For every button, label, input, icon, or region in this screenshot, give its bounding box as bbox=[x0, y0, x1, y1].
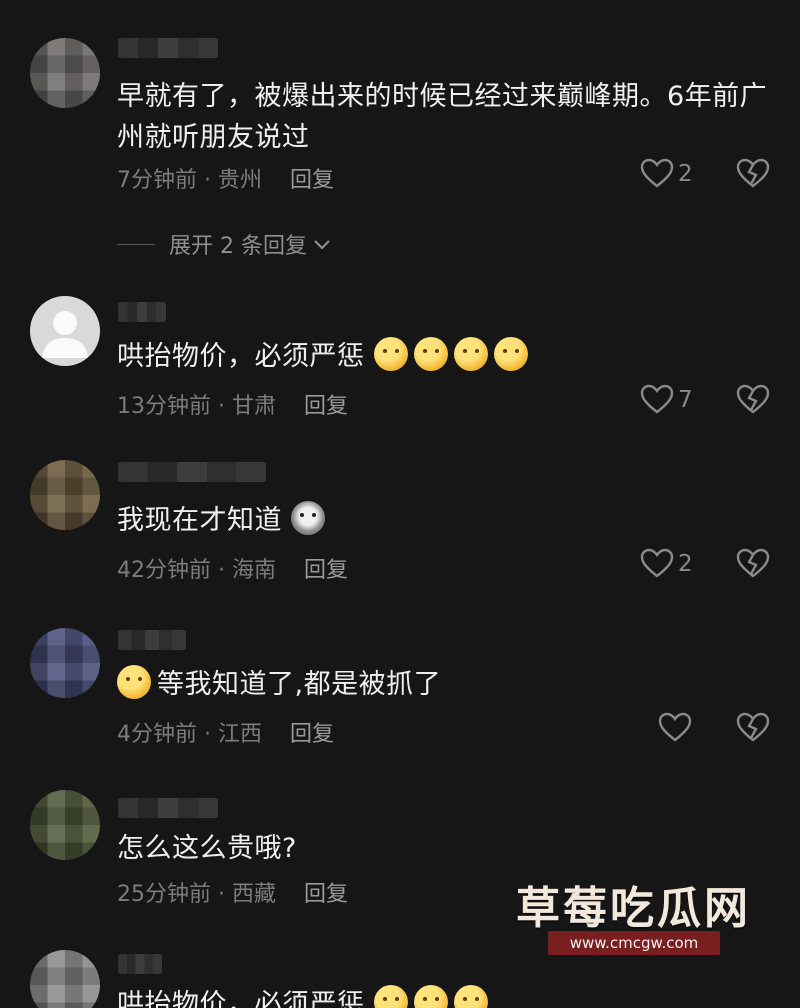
emoji-icon bbox=[373, 985, 408, 1008]
heart-outline-icon bbox=[640, 158, 674, 188]
username-redacted[interactable] bbox=[118, 954, 162, 974]
heart-outline-icon bbox=[658, 712, 692, 742]
expand-replies-button[interactable]: 展开 2 条回复 bbox=[117, 228, 333, 260]
comment-text: 哄抬物价，必须严惩 bbox=[117, 984, 777, 1008]
watermark-title: 草莓吃瓜网 bbox=[516, 883, 751, 934]
emoji-icon bbox=[413, 985, 448, 1008]
username-redacted[interactable] bbox=[118, 798, 218, 818]
broken-heart-icon bbox=[736, 158, 770, 188]
reply-button[interactable]: 回复 bbox=[304, 882, 348, 907]
cat-emoji-icon bbox=[291, 501, 326, 535]
broken-heart-icon bbox=[736, 712, 770, 742]
comment-time-location: 25分钟前 · 西藏 bbox=[117, 882, 276, 907]
comment-meta: 25分钟前 · 西藏 回复 bbox=[117, 876, 348, 908]
emoji-icon bbox=[493, 337, 528, 371]
chevron-down-icon bbox=[314, 240, 330, 250]
comment-list: 早就有了，被爆出来的时候已经过来巅峰期。6年前广州就听朋友说过 7分钟前 · 贵… bbox=[0, 0, 800, 1008]
divider bbox=[117, 243, 155, 245]
dislike-button[interactable] bbox=[736, 384, 770, 420]
emoji-icon bbox=[373, 337, 408, 371]
comment-text: 早就有了，被爆出来的时候已经过来巅峰期。6年前广州就听朋友说过 bbox=[117, 81, 768, 153]
comment-meta: 4分钟前 · 江西 回复 bbox=[117, 716, 334, 748]
comment-text: 等我知道了,都是被抓了 bbox=[117, 664, 777, 705]
emoji-icon bbox=[453, 337, 488, 371]
comment-meta: 42分钟前 · 海南 回复 bbox=[117, 552, 348, 584]
comment-time-location: 7分钟前 · 贵州 bbox=[117, 168, 262, 193]
default-user-icon bbox=[42, 311, 88, 358]
comment-text-content: 哄抬物价，必须严惩 bbox=[117, 341, 365, 372]
avatar[interactable] bbox=[30, 628, 100, 698]
dislike-button[interactable] bbox=[736, 548, 770, 584]
comment-text: 哄抬物价，必须严惩 bbox=[117, 336, 777, 377]
avatar[interactable] bbox=[30, 296, 100, 366]
reply-button[interactable]: 回复 bbox=[304, 558, 348, 583]
comment-meta: 13分钟前 · 甘肃 回复 bbox=[117, 388, 348, 420]
comment-text: 我现在才知道 bbox=[117, 500, 777, 541]
username-redacted[interactable] bbox=[118, 462, 266, 482]
comment-text: 怎么这么贵哦? bbox=[117, 833, 297, 864]
heart-outline-icon bbox=[640, 384, 674, 414]
dislike-button[interactable] bbox=[736, 712, 770, 748]
comment-text-content: 哄抬物价，必须严惩 bbox=[117, 989, 365, 1008]
expand-label: 展开 2 条回复 bbox=[169, 234, 307, 259]
dislike-button[interactable] bbox=[736, 158, 770, 194]
comment-time-location: 13分钟前 · 甘肃 bbox=[117, 394, 276, 419]
comment-text-content: 我现在才知道 bbox=[117, 505, 282, 536]
avatar[interactable] bbox=[30, 790, 100, 860]
emoji-icon bbox=[453, 985, 488, 1008]
like-count: 2 bbox=[678, 551, 693, 577]
like-button[interactable]: 2 bbox=[640, 158, 693, 190]
reply-button[interactable]: 回复 bbox=[304, 394, 348, 419]
like-button[interactable] bbox=[658, 712, 696, 744]
username-redacted[interactable] bbox=[118, 38, 218, 58]
heart-outline-icon bbox=[640, 548, 674, 578]
comment-text-content: 等我知道了,都是被抓了 bbox=[157, 669, 442, 700]
comment-time-location: 4分钟前 · 江西 bbox=[117, 722, 262, 747]
reply-button[interactable]: 回复 bbox=[290, 168, 334, 193]
avatar[interactable] bbox=[30, 950, 100, 1008]
like-button[interactable]: 2 bbox=[640, 548, 693, 580]
comment-meta: 7分钟前 · 贵州 回复 bbox=[117, 162, 334, 194]
avatar[interactable] bbox=[30, 38, 100, 108]
username-redacted[interactable] bbox=[118, 302, 166, 322]
like-count: 7 bbox=[678, 387, 693, 413]
avatar[interactable] bbox=[30, 460, 100, 530]
like-count: 2 bbox=[678, 161, 693, 187]
comment-time-location: 42分钟前 · 海南 bbox=[117, 558, 276, 583]
broken-heart-icon bbox=[736, 548, 770, 578]
emoji-icon bbox=[413, 337, 448, 371]
reply-button[interactable]: 回复 bbox=[290, 722, 334, 747]
watermark-url: www.cmcgw.com bbox=[548, 931, 720, 955]
username-redacted[interactable] bbox=[118, 630, 186, 650]
broken-heart-icon bbox=[736, 384, 770, 414]
emoji-icon bbox=[117, 665, 151, 699]
like-button[interactable]: 7 bbox=[640, 384, 693, 416]
